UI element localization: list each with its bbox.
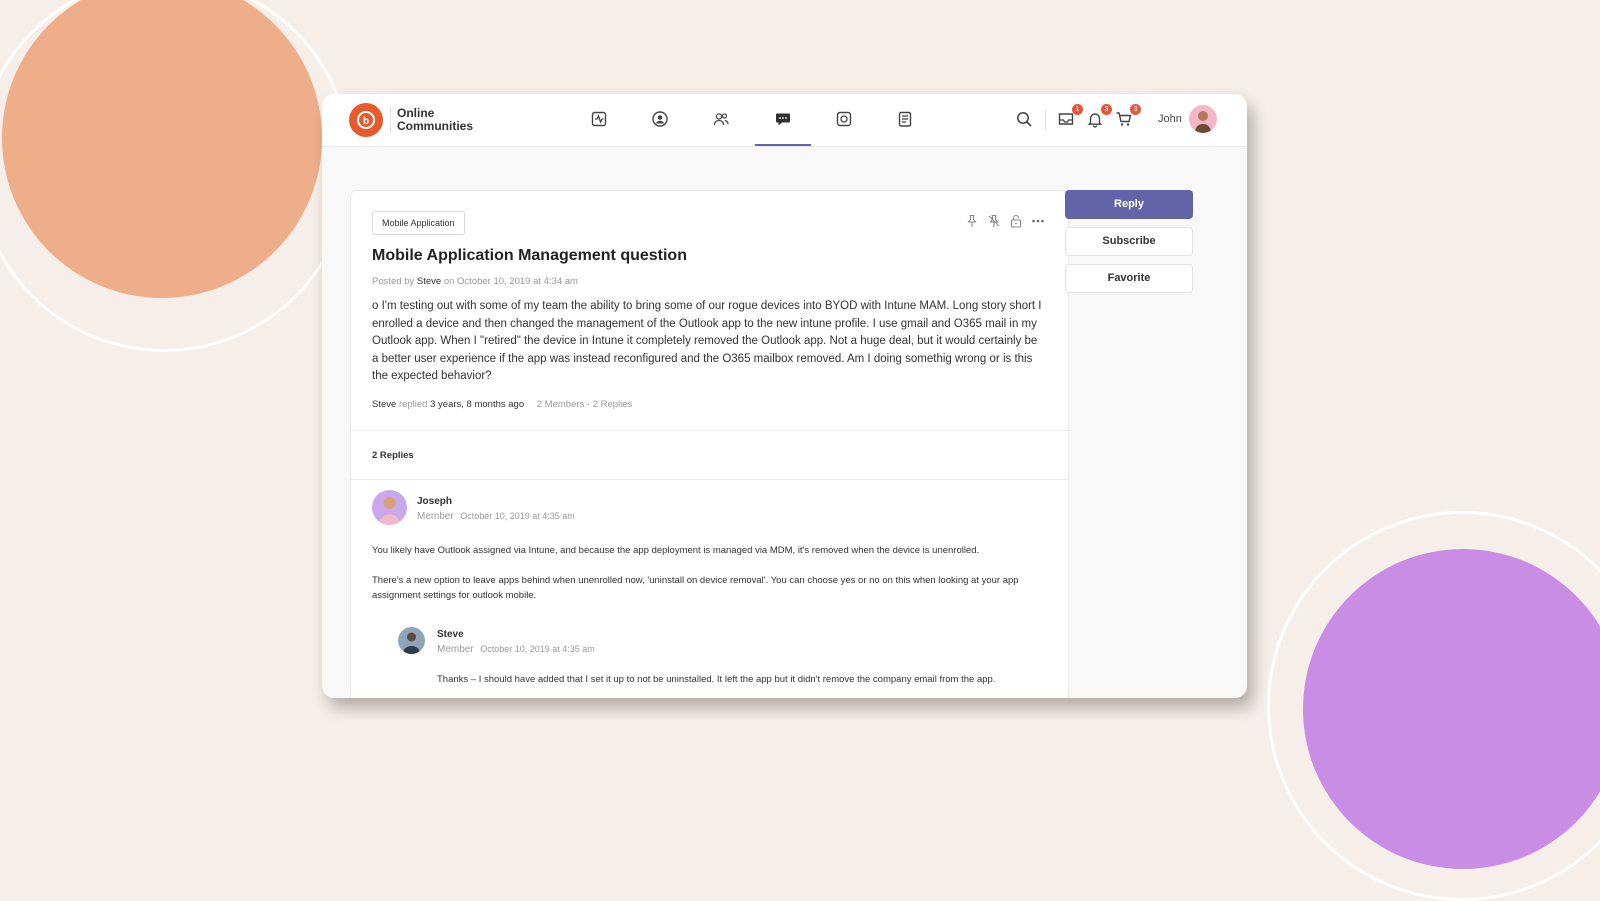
pin-button[interactable] (964, 213, 980, 229)
reply-text: Thanks – I should have added that I set … (437, 674, 996, 685)
reply-meta: Member October 10, 2019 at 4:35 am (437, 644, 595, 655)
post-meta: Posted by Steve on October 10, 2019 at 4… (372, 276, 578, 287)
activity-stats: 2 Members · 2 Replies (536, 399, 633, 410)
nav-activity[interactable] (571, 104, 627, 146)
post-body: o I'm testing out with some of my team t… (372, 300, 1042, 383)
user-avatar[interactable] (1189, 105, 1217, 133)
reply-avatar[interactable] (398, 627, 425, 654)
reply-date: October 10, 2019 at 4:35 am (460, 511, 575, 521)
photos-icon (836, 111, 852, 127)
nav-discussions[interactable] (755, 104, 811, 146)
more-options-button[interactable] (1030, 213, 1046, 229)
discussion-card: Mobile Application Mobile Application Ma… (350, 190, 1069, 698)
profile-icon (652, 111, 668, 127)
toolbar-divider (1045, 110, 1046, 130)
nav-documents[interactable] (877, 104, 933, 146)
notifications-button[interactable]: 3 (1086, 104, 1112, 130)
discussion-title: Mobile Application Management question (372, 247, 687, 264)
favorite-button[interactable]: Favorite (1065, 264, 1193, 293)
pin-icon (967, 214, 977, 227)
activity-icon (591, 111, 607, 127)
members-icon (713, 113, 729, 126)
post-activity: Steve replied 3 years, 8 months ago 2 Me… (372, 399, 632, 410)
discussion-actions (964, 213, 1046, 229)
unlock-icon (1010, 214, 1022, 228)
svg-text:b: b (363, 116, 369, 127)
top-navigation-bar: b Online Communities 1 3 3 John (322, 94, 1247, 147)
brand-name: Online Communities (397, 107, 473, 133)
documents-icon (898, 111, 912, 127)
messages-button[interactable]: 1 (1057, 104, 1083, 130)
brand-name-line2: Communities (397, 119, 474, 133)
post-date: on October 10, 2019 at 4:34 am (443, 276, 578, 287)
lock-button[interactable] (1008, 213, 1024, 229)
reply-role: Member (437, 644, 474, 655)
reply-text: There's a new option to leave apps behin… (372, 575, 1019, 601)
reply-button[interactable]: Reply (1065, 190, 1193, 219)
app-window: b Online Communities 1 3 3 John Mobile A… (322, 94, 1247, 698)
nav-photos[interactable] (816, 104, 872, 146)
reply-avatar[interactable] (372, 490, 407, 525)
activity-user[interactable]: Steve (372, 399, 396, 410)
reply-text: You likely have Outlook assigned via Int… (372, 545, 980, 556)
divider (351, 430, 1068, 431)
post-author[interactable]: Steve (417, 276, 441, 287)
search-icon (1017, 112, 1032, 127)
divider (351, 479, 1068, 480)
cart-badge: 3 (1130, 104, 1141, 115)
posted-by-label: Posted by (372, 276, 415, 287)
reply-author[interactable]: Joseph (417, 496, 452, 507)
search-button[interactable] (1015, 110, 1035, 130)
nav-profile[interactable] (632, 104, 688, 146)
messages-badge: 1 (1072, 104, 1083, 115)
brand-logo-icon[interactable]: b (349, 103, 383, 137)
reply-meta: Member October 10, 2019 at 4:35 am (417, 511, 575, 522)
activity-verb: replied (398, 399, 428, 410)
reply-date: October 10, 2019 at 4:35 am (480, 644, 595, 654)
unpin-button[interactable] (986, 213, 1002, 229)
activity-time: 3 years, 8 months ago (430, 399, 525, 410)
notifications-badge: 3 (1101, 104, 1112, 115)
reply-author[interactable]: Steve (437, 629, 464, 640)
reply-role: Member (417, 511, 454, 522)
replies-count: 2 Replies (372, 450, 414, 461)
subscribe-button[interactable]: Subscribe (1065, 227, 1193, 256)
user-name[interactable]: John (1158, 113, 1182, 125)
unpin-icon (988, 214, 1000, 227)
cart-button[interactable]: 3 (1115, 104, 1141, 130)
forum-tag[interactable]: Mobile Application (372, 211, 465, 235)
brand-divider (390, 106, 391, 134)
discussions-icon (776, 113, 790, 126)
more-icon (1032, 219, 1044, 223)
nav-members[interactable] (693, 104, 749, 146)
